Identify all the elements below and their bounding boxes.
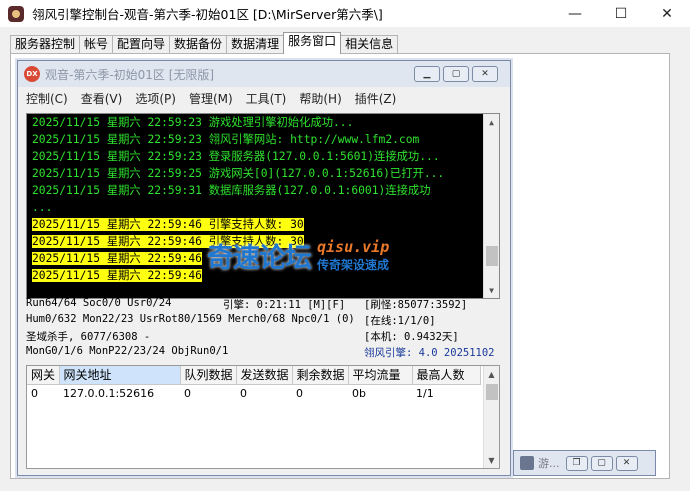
table-cell: 1/1 [416,386,434,400]
status-engine-time: 引擎: 0:21:11 [M][F] [223,299,346,311]
menu-options[interactable]: 选项(P) [135,90,176,107]
table-cell: 0 [184,386,191,400]
menu-view[interactable]: 查看(V) [81,90,123,107]
maximize-button[interactable]: ▢ [590,455,613,471]
restore-button[interactable]: ❐ [565,455,588,471]
status-local: [本机: 0.9432天] [364,331,459,343]
log-line: 2025/11/15 星期六 22:59:23 登录服务器(127.0.0.1:… [32,150,440,163]
watermark-brand: 奇速论坛 [207,242,312,274]
main-titlebar: 翎风引擎控制台-观音-第六季-初始01区 [D:\MirServer第六季\] … [0,0,690,27]
close-button[interactable]: ✕ [615,455,638,471]
log-line: 2025/11/15 星期六 22:59:31 数据库服务器(127.0.0.1… [32,184,431,197]
tab-config-wizard[interactable]: 配置向导 [112,35,171,54]
table-row[interactable]: 0 127.0.0.1:52616 0 0 0 0b 1/1 [27,384,480,402]
child-window-controls: ▁ ▢ ✕ [414,66,498,82]
log-line: 2025/11/15 星期六 22:59:25 游戏网关[0](127.0.0.… [32,167,445,180]
child-maximize-button[interactable]: ▢ [443,66,469,82]
scroll-up-icon[interactable]: ▲ [484,114,499,130]
window-icon [520,456,534,470]
maximize-button[interactable]: ☐ [598,0,644,27]
menu-tools[interactable]: 工具(T) [246,90,287,107]
column-header[interactable]: 最高人数 [412,366,481,385]
child-titlebar[interactable]: DX 观音-第六季-初始01区 [无限版] ▁ ▢ ✕ [18,61,510,87]
table-cell: 127.0.0.1:52616 [63,386,155,400]
status-run: Run64/64 Soc0/0 Usr0/24 [26,297,172,309]
column-header[interactable]: 剩余数据 [292,366,349,385]
log-line: 2025/11/15 星期六 22:59:23 翎风引擎网站: http://w… [32,133,420,146]
watermark-slogan: 传奇架设速成 [317,257,390,272]
window-controls: — ☐ ✕ [552,0,690,27]
table-scrollbar[interactable]: ▲ ▼ [483,366,499,468]
table-cell: 0 [296,386,303,400]
table-cell: 0 [240,386,247,400]
column-header[interactable]: 网关 [27,366,60,385]
scroll-up-icon[interactable]: ▲ [484,366,499,382]
status-kill: 圣域杀手, 6077/6308 - [26,331,151,343]
child-minimize-button[interactable]: ▁ [414,66,440,82]
log-console[interactable]: 2025/11/15 星期六 22:59:23 游戏处理引擎初始化成功... 2… [26,113,500,299]
status-refresh: [刷怪:85077:3592] [364,299,468,311]
column-header[interactable]: 网关地址 [59,366,181,385]
main-tabbar: 服务器控制 帐号 配置向导 数据备份 数据清理 服务窗口 相关信息 [10,32,399,54]
child-window-title: 观音-第六季-初始01区 [无限版] [45,67,215,82]
column-header[interactable]: 队列数据 [180,366,237,385]
app-icon [8,5,24,22]
menu-manage[interactable]: 管理(M) [189,90,233,107]
minimized-child-window[interactable]: 游... ❐ ▢ ✕ [513,450,656,476]
dx-icon: DX [24,66,40,82]
tab-service-window[interactable]: 服务窗口 [283,32,342,54]
engine-version: 翎风引擎: 4.0 20251102 [364,347,495,359]
window-title: 翎风引擎控制台-观音-第六季-初始01区 [D:\MirServer第六季\] [32,7,383,22]
status-online: [在线:1/1/0] [364,315,436,327]
engine-child-window: DX 观音-第六季-初始01区 [无限版] ▁ ▢ ✕ 控制(C) 查看(V) … [17,60,511,476]
column-header[interactable]: 发送数据 [236,366,293,385]
menu-control[interactable]: 控制(C) [26,90,68,107]
log-line: 2025/11/15 星期六 22:59:23 游戏处理引擎初始化成功... [32,116,354,129]
table-header-row: 网关 网关地址 队列数据 发送数据 剩余数据 平均流量 最高人数 [27,366,481,385]
tab-data-backup[interactable]: 数据备份 [169,35,228,54]
log-line: ... [32,201,53,214]
log-line-highlighted: 2025/11/15 星期六 22:59:46 引擎支持人数: 30 [32,218,304,231]
tab-account[interactable]: 帐号 [79,35,114,54]
scroll-down-icon[interactable]: ▼ [484,282,499,298]
watermark-site: qisu.vip [317,237,390,256]
table-cell: 0 [31,386,38,400]
minimize-button[interactable]: — [552,0,598,27]
close-button[interactable]: ✕ [644,0,690,27]
menu-plugins[interactable]: 插件(Z) [355,90,397,107]
child-menubar: 控制(C) 查看(V) 选项(P) 管理(M) 工具(T) 帮助(H) 插件(Z… [18,87,510,109]
table-scroll-thumb[interactable] [486,384,498,400]
status-hum: Hum0/632 Mon22/23 UsrRot80/1569 Merch0/6… [26,313,355,325]
status-panel: Run64/64 Soc0/0 Usr0/24 引擎: 0:21:11 [M][… [26,297,500,363]
watermark-logo: 奇速论坛 qisu.vip 传奇架设速成 [207,234,499,276]
minimized-window-title: 游... [538,457,560,470]
tab-data-cleanup[interactable]: 数据清理 [226,35,285,54]
table-cell: 0b [352,386,366,400]
status-mongo: MonG0/1/6 MonP22/23/24 ObjRun0/1 [26,345,229,357]
scroll-down-icon[interactable]: ▼ [484,452,499,468]
child-close-button[interactable]: ✕ [472,66,498,82]
tab-related-info[interactable]: 相关信息 [340,35,399,54]
menu-help[interactable]: 帮助(H) [299,90,341,107]
tab-server-control[interactable]: 服务器控制 [10,35,81,54]
gateway-table[interactable]: 网关 网关地址 队列数据 发送数据 剩余数据 平均流量 最高人数 0 127.0… [26,365,500,469]
column-header[interactable]: 平均流量 [348,366,413,385]
